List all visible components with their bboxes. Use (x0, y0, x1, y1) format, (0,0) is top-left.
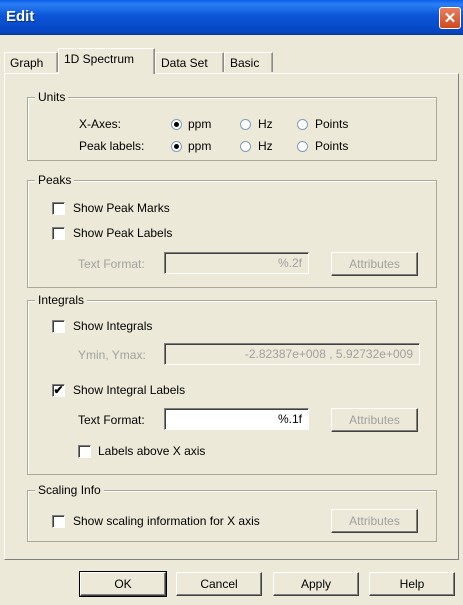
show-integrals-label: Show Integrals (73, 319, 153, 333)
tab-basic[interactable]: Basic (224, 52, 273, 72)
window-title: Edit (6, 8, 35, 25)
labels-above-x-axis-checkbox[interactable] (78, 445, 91, 458)
x-axes-points-label: Points (315, 117, 349, 131)
x-axes-points-radio[interactable] (297, 119, 308, 130)
show-peak-marks-label: Show Peak Marks (73, 201, 170, 215)
help-button[interactable]: Help (369, 572, 455, 596)
show-integral-labels-checkbox[interactable]: ✔ (52, 384, 65, 397)
integrals-attributes-button[interactable]: Attributes (331, 408, 418, 432)
ok-button[interactable]: OK (79, 571, 167, 597)
peak-labels-points-label: Points (315, 139, 349, 153)
integrals-text-format-field[interactable]: %.1f (164, 408, 309, 430)
ymin-ymax-label: Ymin, Ymax: (78, 348, 146, 362)
cancel-button[interactable]: Cancel (176, 572, 262, 596)
x-axes-label: X-Axes: (79, 117, 122, 131)
peak-labels-hz-radio[interactable] (240, 141, 251, 152)
show-integrals-checkbox[interactable] (52, 320, 65, 333)
tab-1d-spectrum[interactable]: 1D Spectrum (58, 48, 155, 74)
tab-data-set[interactable]: Data Set (155, 52, 224, 72)
peak-labels-hz-label: Hz (258, 139, 273, 153)
units-group-title: Units (35, 90, 69, 104)
peak-labels-ppm-label: ppm (188, 139, 212, 153)
tab-graph[interactable]: Graph (4, 52, 58, 72)
peak-labels-label: Peak labels: (79, 139, 145, 153)
close-icon[interactable]: ✕ (439, 7, 461, 29)
show-peak-labels-checkbox[interactable] (52, 227, 65, 240)
apply-button[interactable]: Apply (273, 572, 359, 596)
show-scaling-label: Show scaling information for X axis (73, 514, 260, 528)
integrals-group-title: Integrals (35, 293, 88, 307)
title-bar: Edit ✕ (0, 0, 463, 35)
x-axes-ppm-radio[interactable] (171, 119, 182, 130)
peak-labels-ppm-radio[interactable] (171, 141, 182, 152)
peaks-group-title: Peaks (35, 173, 75, 187)
labels-above-x-axis-label: Labels above X axis (98, 444, 206, 458)
integrals-text-format-label: Text Format: (78, 413, 145, 427)
scaling-group-title: Scaling Info (35, 483, 104, 497)
show-peak-labels-label: Show Peak Labels (73, 226, 173, 240)
peaks-text-format-label: Text Format: (78, 257, 145, 271)
x-axes-hz-radio[interactable] (240, 119, 251, 130)
peaks-text-format-field[interactable]: %.2f (164, 252, 309, 274)
show-integral-labels-label: Show Integral Labels (73, 383, 186, 397)
show-scaling-checkbox[interactable] (52, 515, 65, 528)
peak-labels-points-radio[interactable] (297, 141, 308, 152)
x-axes-hz-label: Hz (258, 117, 273, 131)
x-axes-ppm-label: ppm (188, 117, 212, 131)
peaks-attributes-button[interactable]: Attributes (331, 252, 418, 276)
scaling-attributes-button[interactable]: Attributes (331, 509, 418, 533)
ymin-ymax-field[interactable]: -2.82387e+008 , 5.92732e+009 (164, 343, 420, 365)
show-peak-marks-checkbox[interactable] (52, 202, 65, 215)
